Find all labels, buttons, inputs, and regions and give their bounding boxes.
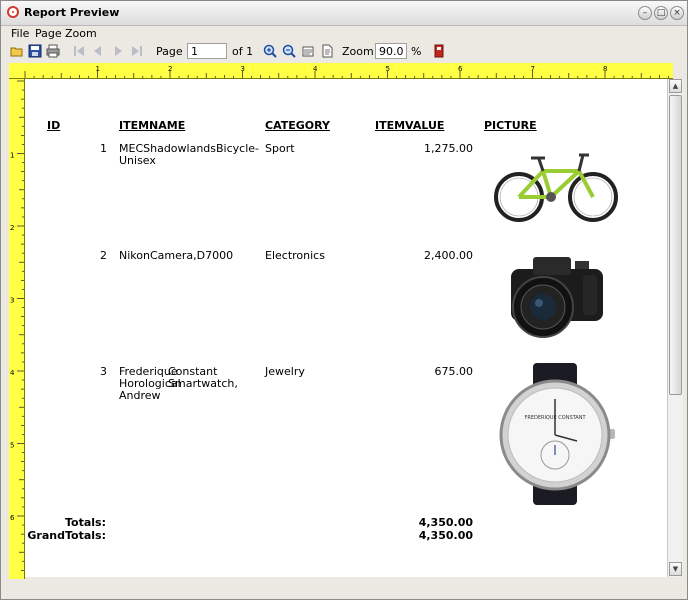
row-id: 1 [100,142,107,155]
left-ruler: 1 2 3 4 5 6 [9,79,25,579]
zoom-in-icon[interactable] [262,43,278,59]
save-icon[interactable] [27,43,43,59]
row-id: 2 [100,249,107,262]
row-category: Sport [265,142,295,155]
zoom-label: Zoom [342,45,374,58]
header-itemname: ITEMNAME [119,119,186,132]
ruler-mark-label: 4 [10,369,15,377]
ruler-mark-label: 6 [458,65,463,73]
open-folder-icon[interactable] [9,43,25,59]
menu-zoom[interactable]: Zoom [65,27,97,40]
top-ruler: 1 2 3 4 5 6 7 8 [9,63,673,79]
menu-file[interactable]: File [11,27,29,40]
ruler-mark-label: 1 [10,152,14,160]
app-icon [7,6,19,18]
row-itemname-line2: Unisex [119,154,156,167]
row-itemvalue: 1,275.00 [424,142,473,155]
header-itemvalue: ITEMVALUE [375,119,445,132]
page-width-icon[interactable] [300,43,316,59]
grand-totals-value: 4,350.00 [418,529,473,542]
next-page-icon[interactable] [111,43,127,59]
ruler-mark-label: 2 [168,65,172,73]
zoom-input[interactable] [375,43,407,59]
menu-bar: File Page Zoom [1,25,687,41]
ruler-mark-label: 7 [531,65,535,73]
row-id: 3 [100,365,107,378]
last-page-icon[interactable] [129,43,145,59]
maximize-icon[interactable]: □ [654,6,668,20]
report-page: ID ITEMNAME CATEGORY ITEMVALUE PICTURE 1… [25,79,667,577]
ruler-mark-label: 5 [10,442,14,450]
status-bar [1,579,687,599]
row-itemname-col2-line2: Smartwatch, [168,377,238,390]
row-category: Jewelry [265,365,305,378]
ruler-mark-label: 8 [603,65,607,73]
previous-page-icon[interactable] [89,43,105,59]
print-icon[interactable] [45,43,61,59]
minimize-icon[interactable]: – [638,6,652,20]
scroll-up-icon[interactable]: ▲ [669,79,682,93]
totals-value: 4,350.00 [418,516,473,529]
bicycle-picture [491,141,621,223]
header-picture: PICTURE [484,119,537,132]
close-icon[interactable]: × [670,6,684,20]
ruler-mark-label: 3 [241,65,245,73]
row-itemname-line3: Andrew [119,389,161,402]
scrollbar-thumb[interactable] [669,95,682,395]
row-itemvalue: 675.00 [434,365,474,378]
ruler-mark-label: 5 [386,65,390,73]
whole-page-icon[interactable] [319,43,335,59]
page-number-input[interactable] [187,43,227,59]
ruler-mark-label: 1 [96,65,100,73]
zoom-percent-label: % [411,45,422,58]
scroll-down-icon[interactable]: ▼ [669,562,682,576]
vertical-scrollbar[interactable]: ▲ ▼ [667,79,683,577]
report-preview-window: Report Preview – □ × File Page Zoom Page… [0,0,688,600]
exit-icon[interactable] [431,43,447,59]
page-count-label: of 1 [232,45,254,58]
zoom-out-icon[interactable] [281,43,297,59]
row-itemvalue: 2,400.00 [424,249,473,262]
page-label: Page [156,45,183,58]
header-category: CATEGORY [265,119,330,132]
camera-picture [505,249,609,341]
grand-totals-label: GrandTotals: [27,529,106,542]
menu-page[interactable]: Page [35,27,62,40]
ruler-mark-label: 4 [313,65,318,73]
totals-label: Totals: [65,516,106,529]
toolbar: Page of 1 Zoom % [1,41,687,63]
row-itemname: NikonCamera,D7000 [119,249,234,262]
ruler-mark-label: 2 [10,224,14,232]
first-page-icon[interactable] [71,43,87,59]
window-title: Report Preview [24,6,120,19]
header-id: ID [47,119,61,132]
title-bar: Report Preview – □ × [1,1,687,26]
row-category: Electronics [265,249,325,262]
ruler-mark-label: 6 [10,514,15,522]
ruler-mark-label: 3 [10,297,14,305]
watch-picture: FREDERIQUE CONSTANT [495,363,615,505]
